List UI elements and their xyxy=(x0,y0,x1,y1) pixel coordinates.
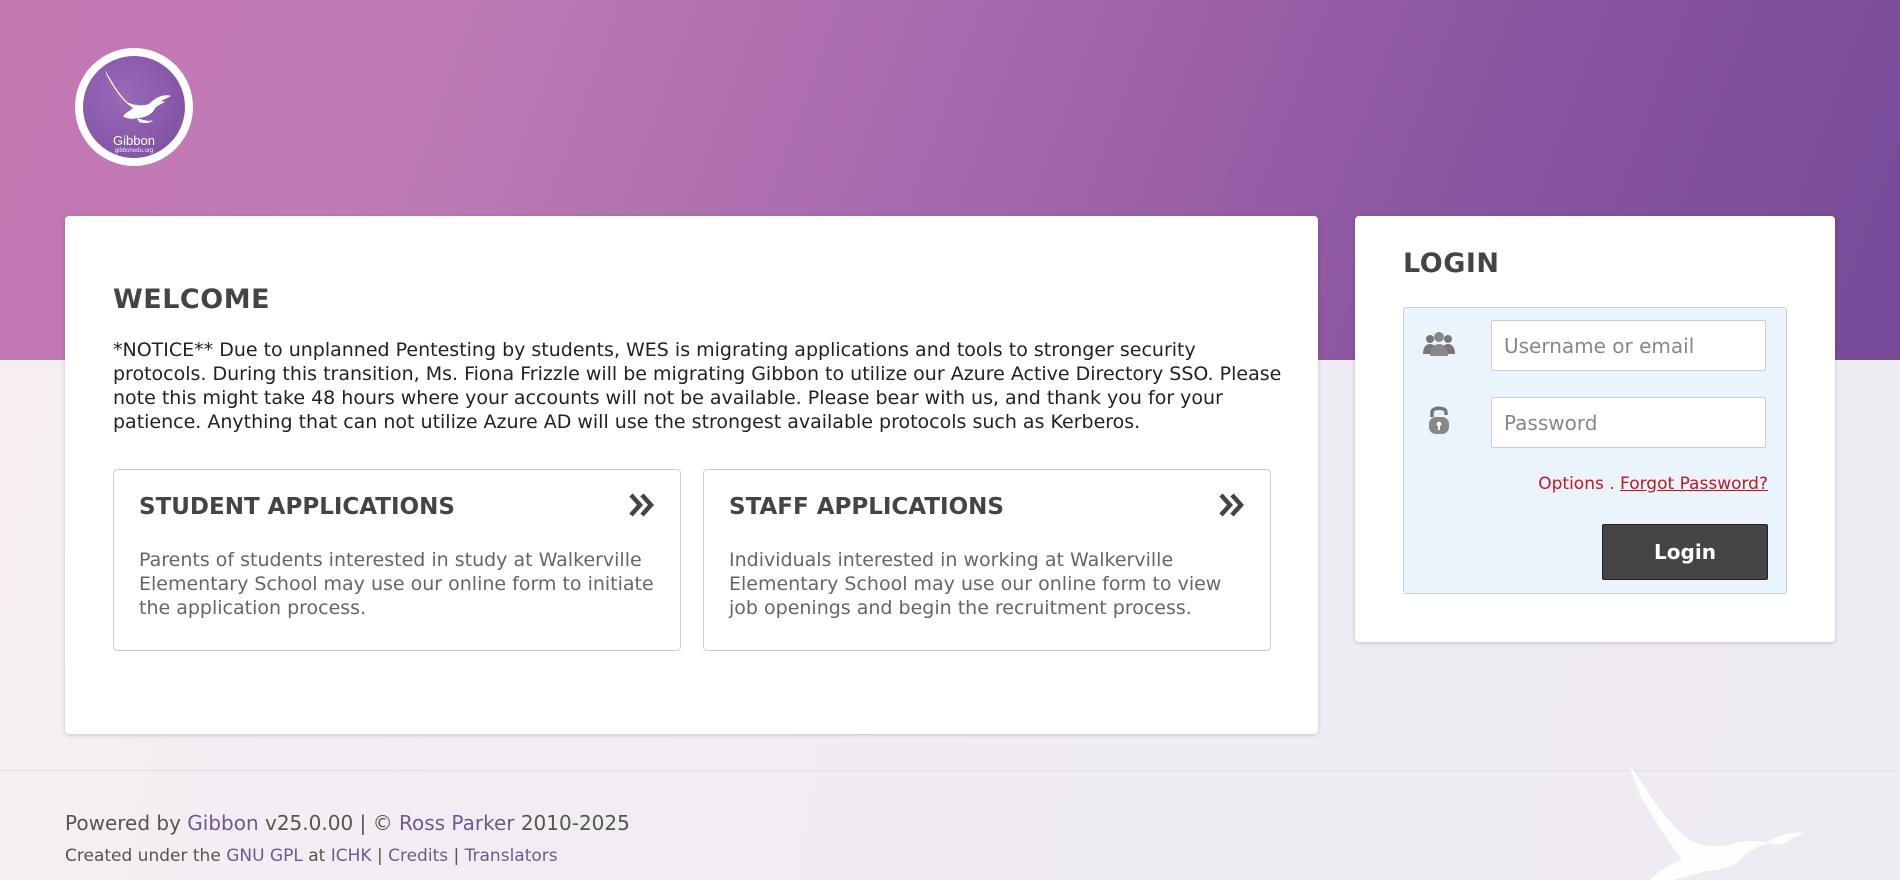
ichk-link[interactable]: ICHK xyxy=(331,846,372,866)
credits-link[interactable]: Credits xyxy=(388,846,448,866)
login-links: Options . Forgot Password? xyxy=(1538,474,1768,494)
author-link[interactable]: Ross Parker xyxy=(399,811,514,835)
footer-credits: Created under the GNU GPL at ICHK | Cred… xyxy=(65,846,558,866)
gibbon-silhouette-icon xyxy=(1630,765,1804,880)
login-card: LOGIN Username or email Password Options… xyxy=(1355,216,1835,642)
welcome-title: WELCOME xyxy=(113,284,271,315)
translators-link[interactable]: Translators xyxy=(465,846,558,866)
footer-powered-by: Powered by Gibbon v25.0.00 | © Ross Park… xyxy=(65,811,630,835)
forgot-password-link[interactable]: Forgot Password? xyxy=(1620,474,1768,494)
gibbon-link[interactable]: Gibbon xyxy=(187,811,258,835)
login-title: LOGIN xyxy=(1403,248,1500,279)
license-link[interactable]: GNU GPL xyxy=(226,846,303,866)
welcome-notice: *NOTICE** Due to unplanned Pentesting by… xyxy=(113,339,1282,433)
gibbon-logo[interactable]: Gibbon gibbonedu.org xyxy=(75,48,193,166)
staff-applications-description: Individuals interested in working at Wal… xyxy=(729,549,1222,619)
copyright-symbol: © xyxy=(372,811,393,835)
version-text: v25.0.00 | xyxy=(265,811,367,835)
lock-icon xyxy=(1429,406,1449,434)
links-separator: . xyxy=(1609,474,1615,494)
separator: | xyxy=(376,846,383,866)
password-input[interactable]: Password xyxy=(1491,397,1766,448)
double-chevron-right-icon[interactable] xyxy=(1218,492,1246,518)
logo-badge: Gibbon gibbonedu.org xyxy=(83,56,185,158)
logo-url: gibbonedu.org xyxy=(114,148,154,154)
double-chevron-right-icon[interactable] xyxy=(628,492,656,518)
username-input[interactable]: Username or email xyxy=(1491,320,1766,371)
powered-by-text: Powered by xyxy=(65,811,181,835)
separator: | xyxy=(453,846,460,866)
welcome-card: WELCOME *NOTICE** Due to unplanned Pente… xyxy=(65,216,1318,734)
logo-name: Gibbon xyxy=(113,133,155,148)
options-link[interactable]: Options xyxy=(1538,474,1604,494)
student-applications-title[interactable]: STUDENT APPLICATIONS xyxy=(139,494,455,520)
staff-applications-title[interactable]: STAFF APPLICATIONS xyxy=(729,494,1004,520)
student-applications-description: Parents of students interested in study … xyxy=(139,549,654,619)
login-form: Username or email Password Options . For… xyxy=(1403,307,1787,594)
years-text: 2010-2025 xyxy=(520,811,630,835)
login-button[interactable]: Login xyxy=(1602,524,1768,580)
staff-applications-card[interactable]: STAFF APPLICATIONS Individuals intereste… xyxy=(703,469,1271,651)
at-text: at xyxy=(308,846,326,866)
users-icon xyxy=(1423,332,1455,356)
created-under-text: Created under the xyxy=(65,846,221,866)
student-applications-card[interactable]: STUDENT APPLICATIONS Parents of students… xyxy=(113,469,681,651)
